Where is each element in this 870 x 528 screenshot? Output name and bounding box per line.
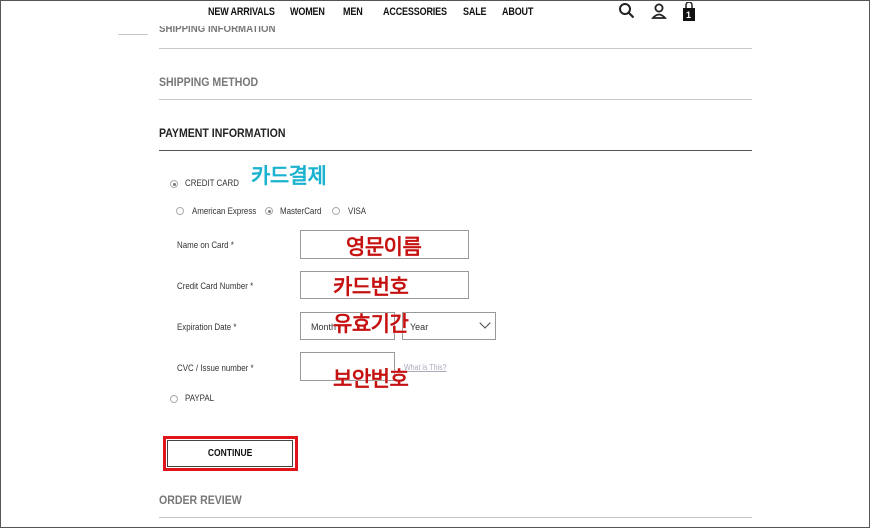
payment-information-title: PAYMENT INFORMATION	[159, 126, 286, 140]
divider-4	[159, 517, 752, 518]
search-icon[interactable]	[618, 2, 636, 20]
annotation-expiry: 유효기간	[333, 312, 409, 336]
divider-3	[159, 150, 752, 151]
user-icon[interactable]	[650, 2, 668, 20]
nav-about[interactable]: ABOUT	[502, 6, 535, 18]
nav-men[interactable]: MEN	[343, 6, 376, 18]
paypal-radio[interactable]	[170, 395, 178, 403]
year-select-value: Year	[410, 322, 429, 332]
divider-2	[159, 99, 752, 100]
cvc-label: CVC / Issue number *	[177, 363, 254, 373]
annotation-card-payment: 카드결제	[251, 164, 327, 188]
shipping-info-clip: SHIPPING INFORMATION	[159, 26, 359, 34]
nav-icons: 1	[618, 1, 710, 21]
visa-label: VISA	[348, 206, 367, 216]
top-navigation: NEW ARRIVALS WOMEN MEN ACCESSORIES SALE …	[0, 0, 870, 26]
amex-label: American Express	[192, 206, 257, 216]
expiration-label: Expiration Date *	[177, 322, 237, 332]
nav-accessories[interactable]: ACCESSORIES	[383, 6, 449, 18]
cart-count: 1	[686, 10, 692, 20]
order-review-title[interactable]: ORDER REVIEW	[159, 493, 242, 507]
amex-radio[interactable]	[176, 207, 184, 215]
divider-top-left	[118, 34, 148, 35]
mastercard-label: MasterCard	[280, 206, 322, 216]
nav-women[interactable]: WOMEN	[290, 6, 333, 18]
visa-radio[interactable]	[332, 207, 340, 215]
nav-sale[interactable]: SALE	[463, 6, 495, 18]
cart-icon[interactable]: 1	[682, 1, 696, 21]
credit-card-label: CREDIT CARD	[185, 178, 239, 188]
continue-label: CONTINUE	[207, 448, 253, 459]
annotation-security-code: 보안번호	[333, 367, 409, 391]
continue-button[interactable]: CONTINUE	[167, 440, 293, 467]
annotation-english-name: 영문이름	[346, 235, 422, 259]
credit-card-radio[interactable]	[170, 180, 178, 188]
paypal-label: PAYPAL	[185, 393, 215, 403]
shipping-method-title[interactable]: SHIPPING METHOD	[159, 75, 258, 89]
divider-1	[159, 48, 752, 49]
mastercard-radio[interactable]	[265, 207, 273, 215]
nav-new-arrivals[interactable]: NEW ARRIVALS	[208, 6, 275, 18]
whats-this-link[interactable]: What is This?	[404, 363, 447, 372]
card-number-label: Credit Card Number *	[177, 281, 254, 291]
nav-links: NEW ARRIVALS WOMEN MEN ACCESSORIES SALE …	[208, 6, 542, 18]
shipping-info-title: SHIPPING INFORMATION	[159, 26, 276, 34]
screenshot-frame	[0, 0, 870, 528]
annotation-card-number: 카드번호	[333, 275, 409, 299]
name-on-card-label: Name on Card *	[177, 240, 234, 250]
